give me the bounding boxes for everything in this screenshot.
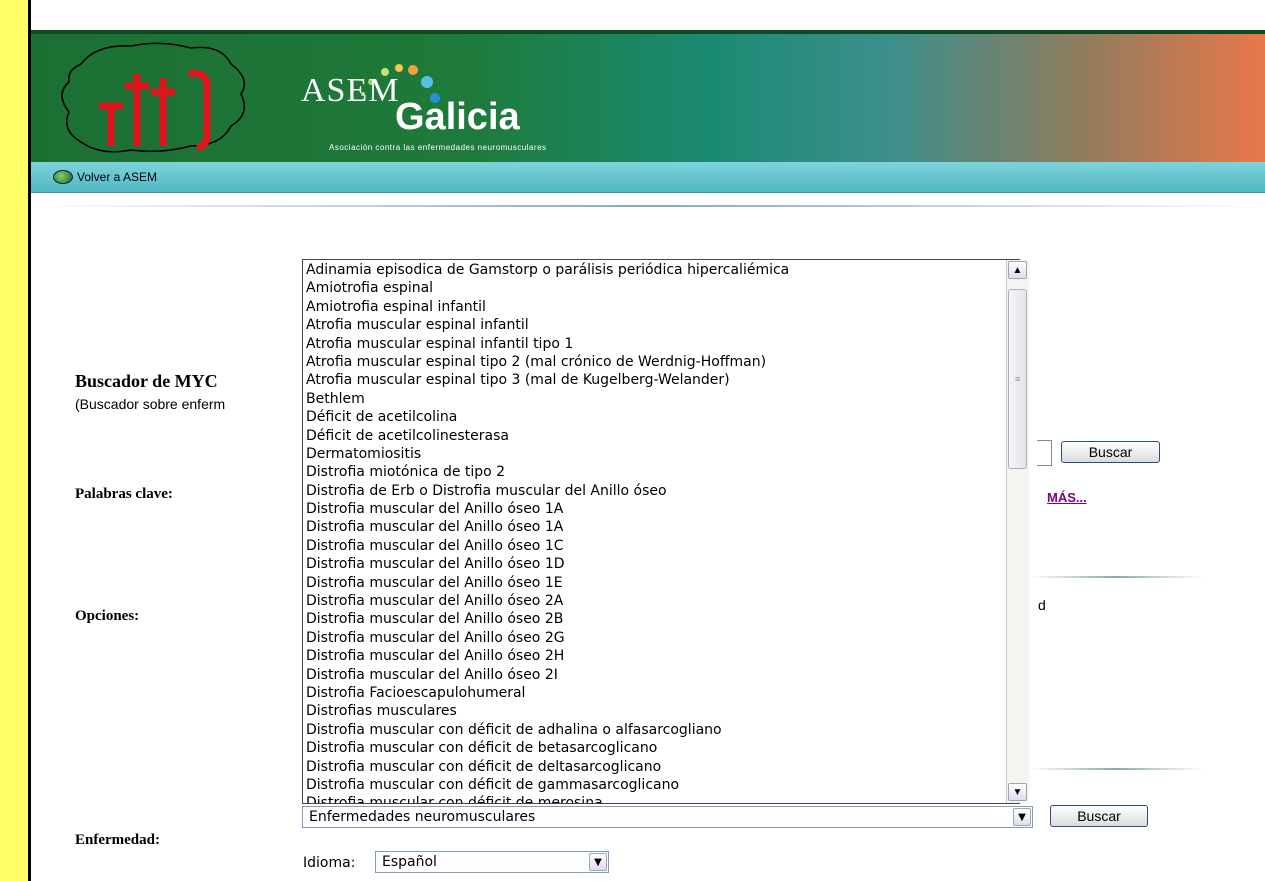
dropdown-option[interactable]: Distrofia muscular del Anillo óseo 2H bbox=[306, 647, 1019, 665]
scroll-thumb[interactable]: ≡ bbox=[1008, 289, 1027, 469]
dropdown-option[interactable]: Bethlem bbox=[306, 390, 1019, 408]
language-select[interactable]: Español ▼ bbox=[375, 851, 609, 873]
disease-dropdown-list[interactable]: Adinamia episodica de Gamstorp o parális… bbox=[302, 259, 1020, 804]
globe-icon bbox=[53, 170, 73, 184]
disease-select-value: Enfermedades neuromusculares bbox=[309, 809, 536, 825]
dropdown-options: Adinamia episodica de Gamstorp o parális… bbox=[303, 260, 1019, 803]
dropdown-option[interactable]: Distrofia de Erb o Distrofia muscular de… bbox=[306, 482, 1019, 500]
dropdown-option[interactable]: Déficit de acetilcolinesterasa bbox=[306, 427, 1019, 445]
keywords-label: Palabras clave: bbox=[75, 486, 173, 502]
search-button[interactable]: Buscar bbox=[1061, 441, 1160, 463]
dropdown-option[interactable]: Distrofia muscular con déficit de adhali… bbox=[306, 721, 1019, 739]
galicia-map-logo bbox=[61, 42, 246, 153]
dropdown-scrollbar[interactable]: ▲ ≡ ▼ bbox=[1006, 260, 1029, 803]
scroll-down-icon[interactable]: ▼ bbox=[1008, 783, 1027, 801]
dropdown-option[interactable]: Atrofia muscular espinal infantil tipo 1 bbox=[306, 335, 1019, 353]
dropdown-option[interactable]: Dermatomiositis bbox=[306, 445, 1019, 463]
options-trailing-text: d bbox=[1038, 597, 1046, 613]
chevron-down-icon[interactable]: ▼ bbox=[589, 853, 607, 871]
dropdown-option[interactable]: Distrofia muscular del Anillo óseo 1A bbox=[306, 500, 1019, 518]
chevron-down-icon[interactable]: ▼ bbox=[1013, 808, 1031, 826]
dropdown-option[interactable]: Distrofia muscular del Anillo óseo 2G bbox=[306, 629, 1019, 647]
page-subtitle: (Buscador sobre enferm bbox=[75, 396, 226, 412]
dropdown-option[interactable]: Distrofia muscular del Anillo óseo 1C bbox=[306, 537, 1019, 555]
dropdown-option[interactable]: Amiotrofia espinal infantil bbox=[306, 298, 1019, 316]
dropdown-option[interactable]: Distrofia muscular con déficit de betasa… bbox=[306, 739, 1019, 757]
dropdown-option[interactable]: Distrofia muscular del Anillo óseo 1E bbox=[306, 574, 1019, 592]
site-header: ASEM Galicia Asociación contra las enfer… bbox=[31, 30, 1265, 162]
dropdown-option[interactable]: Atrofia muscular espinal tipo 2 (mal cró… bbox=[306, 353, 1019, 371]
dropdown-option[interactable]: Distrofia muscular del Anillo óseo 2A bbox=[306, 592, 1019, 610]
dropdown-option[interactable]: Distrofia muscular del Anillo óseo 1A bbox=[306, 518, 1019, 536]
dropdown-option[interactable]: Distrofia muscular del Anillo óseo 1D bbox=[306, 555, 1019, 573]
more-link[interactable]: MÁS... bbox=[1047, 490, 1087, 505]
dropdown-option[interactable]: Atrofia muscular espinal infantil bbox=[306, 316, 1019, 334]
brand-asem: ASEM bbox=[301, 72, 400, 109]
nav-bar: Volver a ASEM bbox=[31, 162, 1265, 193]
dropdown-option[interactable]: Déficit de acetilcolina bbox=[306, 408, 1019, 426]
dropdown-option[interactable]: Distrofias musculares bbox=[306, 702, 1019, 720]
dropdown-option[interactable]: Distrofia muscular del Anillo óseo 2I bbox=[306, 666, 1019, 684]
dropdown-option[interactable]: Amiotrofia espinal bbox=[306, 279, 1019, 297]
page: ASEM Galicia Asociación contra las enfer… bbox=[28, 0, 1265, 881]
dropdown-option[interactable]: Distrofia miotónica de tipo 2 bbox=[306, 463, 1019, 481]
dropdown-option[interactable]: Adinamia episodica de Gamstorp o parális… bbox=[306, 261, 1019, 279]
divider bbox=[31, 205, 1265, 207]
options-label: Opciones: bbox=[75, 608, 140, 624]
search-button-2[interactable]: Buscar bbox=[1050, 805, 1148, 827]
tagline: Asociación contra las enfermedades neuro… bbox=[329, 143, 547, 152]
grip-icon: ≡ bbox=[1015, 374, 1021, 384]
language-select-value: Español bbox=[382, 854, 437, 870]
disease-label: Enfermedad: bbox=[75, 832, 160, 848]
dropdown-option[interactable]: Distrofia muscular con déficit de gammas… bbox=[306, 776, 1019, 794]
brand-galicia: Galicia bbox=[395, 96, 520, 138]
scroll-up-icon[interactable]: ▲ bbox=[1008, 261, 1027, 279]
dropdown-option[interactable]: Distrofia muscular con déficit de merosi… bbox=[306, 794, 1019, 803]
dropdown-option[interactable]: Atrofia muscular espinal tipo 3 (mal de … bbox=[306, 371, 1019, 389]
separator bbox=[1029, 768, 1204, 770]
language-label: Idioma: bbox=[303, 855, 356, 871]
dropdown-option[interactable]: Distrofia Facioescapulohumeral bbox=[306, 684, 1019, 702]
dropdown-option[interactable]: Distrofia muscular con déficit de deltas… bbox=[306, 758, 1019, 776]
disease-select[interactable]: Enfermedades neuromusculares ▼ bbox=[302, 806, 1033, 828]
back-to-asem-link[interactable]: Volver a ASEM bbox=[53, 170, 157, 184]
dropdown-option[interactable]: Distrofia muscular del Anillo óseo 2B bbox=[306, 610, 1019, 628]
back-to-asem-label: Volver a ASEM bbox=[77, 170, 158, 184]
keywords-input[interactable] bbox=[1037, 440, 1052, 466]
separator bbox=[1029, 576, 1204, 578]
page-title: Buscador de MYC bbox=[75, 371, 218, 391]
